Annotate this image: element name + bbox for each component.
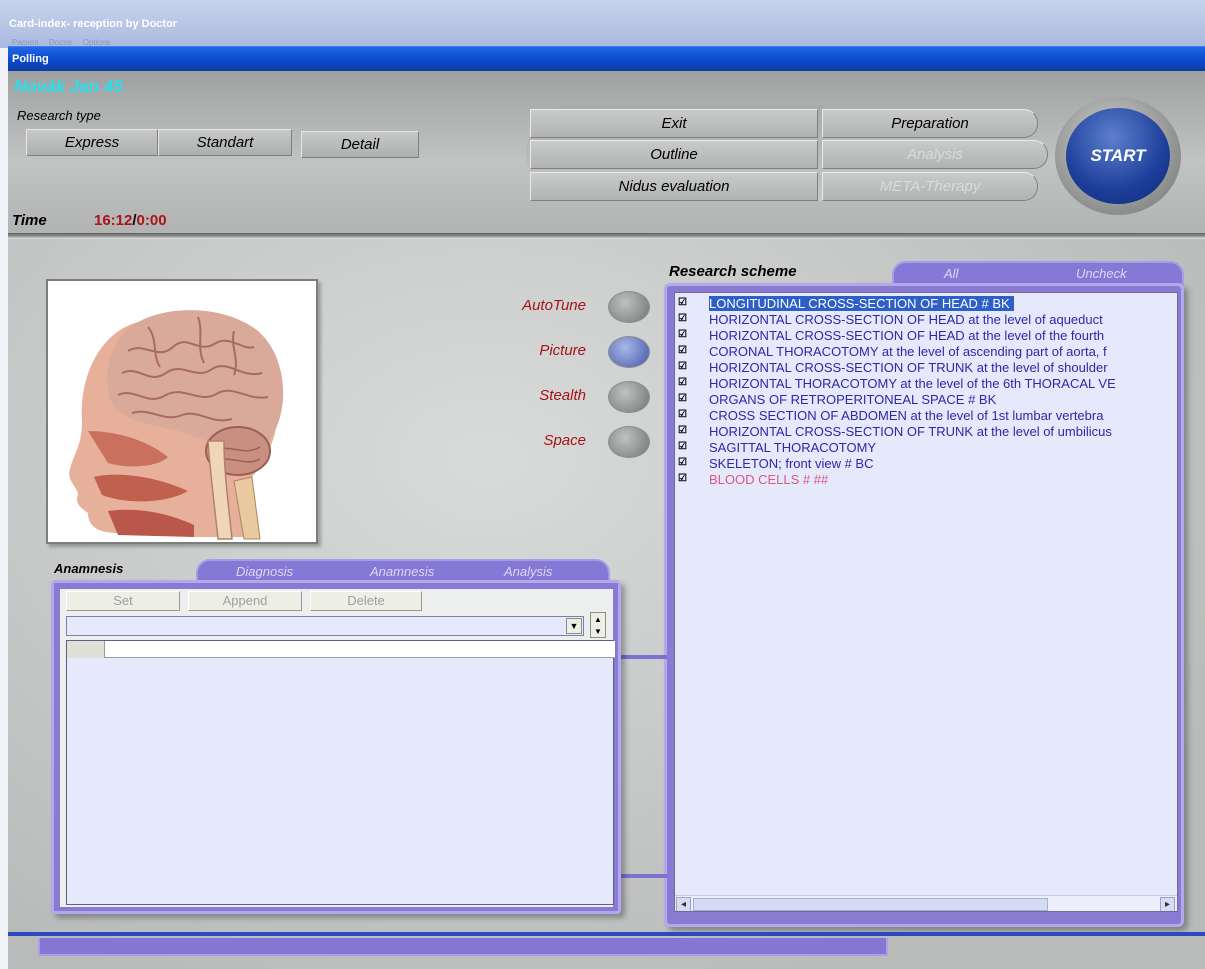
grid-header bbox=[67, 641, 615, 658]
spin-up-icon[interactable]: ▲ bbox=[594, 615, 602, 624]
checkbox-checked-icon[interactable]: ☑ bbox=[678, 473, 688, 484]
polling-dialog: Novák Jan 45 Research type Express Stand… bbox=[8, 71, 1205, 969]
research-scheme-list[interactable]: ☑ LONGITUDINAL CROSS-SECTION OF HEAD # BK… bbox=[674, 292, 1178, 912]
list-item[interactable]: ☑ CORONAL THORACOTOMY at the level of asc… bbox=[675, 344, 1177, 359]
picture-label: Picture bbox=[539, 342, 586, 359]
tab-analysis[interactable]: Analysis bbox=[504, 564, 552, 579]
bottom-frame-bar bbox=[38, 938, 888, 956]
scroll-right-icon[interactable]: ▸ bbox=[1160, 897, 1175, 911]
research-scheme-panel: ☑ LONGITUDINAL CROSS-SECTION OF HEAD # BK… bbox=[664, 283, 1184, 927]
list-item[interactable]: ☑ ORGANS OF RETROPERITONEAL SPACE # BK bbox=[675, 392, 1177, 407]
standart-button[interactable]: Standart bbox=[158, 129, 292, 156]
scrollbar-thumb[interactable] bbox=[693, 898, 1048, 911]
checkbox-checked-icon[interactable]: ☑ bbox=[678, 377, 688, 388]
list-item[interactable]: ☑ LONGITUDINAL CROSS-SECTION OF HEAD # BK bbox=[675, 296, 1177, 311]
nidus-evaluation-button[interactable]: Nidus evaluation bbox=[530, 172, 818, 201]
picture-toggle[interactable] bbox=[608, 336, 650, 368]
list-item[interactable]: ☑ SKELETON; front view # BC bbox=[675, 456, 1177, 471]
header-panel: Novák Jan 45 Research type Express Stand… bbox=[8, 71, 1205, 235]
scroll-left-icon[interactable]: ◂ bbox=[676, 897, 691, 911]
outline-button[interactable]: Outline bbox=[530, 140, 818, 169]
detail-button[interactable]: Detail bbox=[301, 131, 419, 158]
express-button[interactable]: Express bbox=[26, 129, 158, 156]
space-toggle[interactable] bbox=[608, 426, 650, 458]
checkbox-checked-icon[interactable]: ☑ bbox=[678, 329, 688, 340]
list-item[interactable]: ☑ HORIZONTAL CROSS-SECTION OF TRUNK at th… bbox=[675, 424, 1177, 439]
checkbox-checked-icon[interactable]: ☑ bbox=[678, 441, 688, 452]
exit-button[interactable]: Exit bbox=[530, 109, 818, 138]
stealth-toggle[interactable] bbox=[608, 381, 650, 413]
list-item[interactable]: ☑ HORIZONTAL THORACOTOMY at the level of … bbox=[675, 376, 1177, 391]
autotune-toggle[interactable] bbox=[608, 291, 650, 323]
checkbox-checked-icon[interactable]: ☑ bbox=[678, 457, 688, 468]
dialog-title: Polling bbox=[12, 53, 49, 65]
connector-bar bbox=[621, 874, 667, 878]
anamnesis-spinner[interactable]: ▲ ▼ bbox=[590, 612, 606, 638]
scheme-tab-bar: All Uncheck bbox=[892, 261, 1184, 285]
stealth-label: Stealth bbox=[539, 387, 586, 404]
tab-diagnosis[interactable]: Diagnosis bbox=[236, 564, 293, 579]
anamnesis-panel: Set Append Delete ▼ ▲ ▼ bbox=[51, 580, 621, 914]
anamnesis-select[interactable]: ▼ bbox=[66, 616, 584, 636]
list-item[interactable]: ☑ BLOOD CELLS # ## bbox=[675, 472, 1177, 487]
append-button[interactable]: Append bbox=[188, 591, 302, 611]
meta-therapy-button[interactable]: META-Therapy bbox=[822, 172, 1038, 201]
clock-time: 16:12 bbox=[94, 212, 133, 229]
checkbox-checked-icon[interactable]: ☑ bbox=[678, 297, 688, 308]
spin-down-icon[interactable]: ▼ bbox=[594, 627, 602, 636]
preparation-button[interactable]: Preparation bbox=[822, 109, 1038, 138]
grid-corner-cell bbox=[67, 641, 105, 658]
list-item[interactable]: ☑ HORIZONTAL CROSS-SECTION OF TRUNK at th… bbox=[675, 360, 1177, 375]
list-item[interactable]: ☑ HORIZONTAL CROSS-SECTION OF HEAD at the… bbox=[675, 312, 1177, 327]
dropdown-arrow-icon[interactable]: ▼ bbox=[566, 618, 582, 634]
horizontal-scrollbar[interactable]: ◂ ▸ bbox=[675, 895, 1177, 911]
elapsed-time: 0:00 bbox=[136, 212, 167, 229]
tab-uncheck[interactable]: Uncheck bbox=[1076, 266, 1127, 281]
app-title-bar: Card-index- reception by Doctor Pacient … bbox=[0, 0, 1205, 48]
list-item[interactable]: ☑ CROSS SECTION OF ABDOMEN at the level o… bbox=[675, 408, 1177, 423]
app-title: Card-index- reception by Doctor bbox=[9, 18, 178, 30]
patient-name: Novák Jan 45 bbox=[14, 77, 123, 96]
anamnesis-grid[interactable] bbox=[66, 640, 615, 905]
anamnesis-label: Anamnesis bbox=[54, 561, 124, 576]
space-label: Space bbox=[543, 432, 586, 449]
checkbox-checked-icon[interactable]: ☑ bbox=[678, 361, 688, 372]
set-button[interactable]: Set bbox=[66, 591, 180, 611]
checkbox-checked-icon[interactable]: ☑ bbox=[678, 393, 688, 404]
time-label: Time bbox=[12, 212, 47, 229]
bottom-divider bbox=[8, 932, 1205, 936]
research-scheme-label: Research scheme bbox=[669, 263, 797, 280]
connector-bar bbox=[621, 655, 667, 659]
brain-section-image bbox=[48, 281, 316, 542]
anamnesis-content: Set Append Delete ▼ ▲ ▼ bbox=[60, 589, 615, 907]
dialog-title-bar: Polling bbox=[8, 46, 1205, 71]
research-type-label: Research type bbox=[17, 108, 101, 123]
start-button[interactable]: START bbox=[1066, 108, 1170, 204]
checkbox-checked-icon[interactable]: ☑ bbox=[678, 425, 688, 436]
time-readout: 16:12/0:00 bbox=[94, 212, 167, 229]
tab-anamnesis[interactable]: Anamnesis bbox=[370, 564, 434, 579]
autotune-label: AutoTune bbox=[522, 297, 586, 314]
list-item[interactable]: ☑ SAGITTAL THORACOTOMY bbox=[675, 440, 1177, 455]
checkbox-checked-icon[interactable]: ☑ bbox=[678, 409, 688, 420]
list-item[interactable]: ☑ HORIZONTAL CROSS-SECTION OF HEAD at the… bbox=[675, 328, 1177, 343]
tab-all[interactable]: All bbox=[944, 266, 958, 281]
anatomy-picture bbox=[46, 279, 318, 544]
analysis-button[interactable]: Analysis bbox=[822, 140, 1048, 169]
checkbox-checked-icon[interactable]: ☑ bbox=[678, 313, 688, 324]
checkbox-checked-icon[interactable]: ☑ bbox=[678, 345, 688, 356]
delete-button[interactable]: Delete bbox=[310, 591, 422, 611]
